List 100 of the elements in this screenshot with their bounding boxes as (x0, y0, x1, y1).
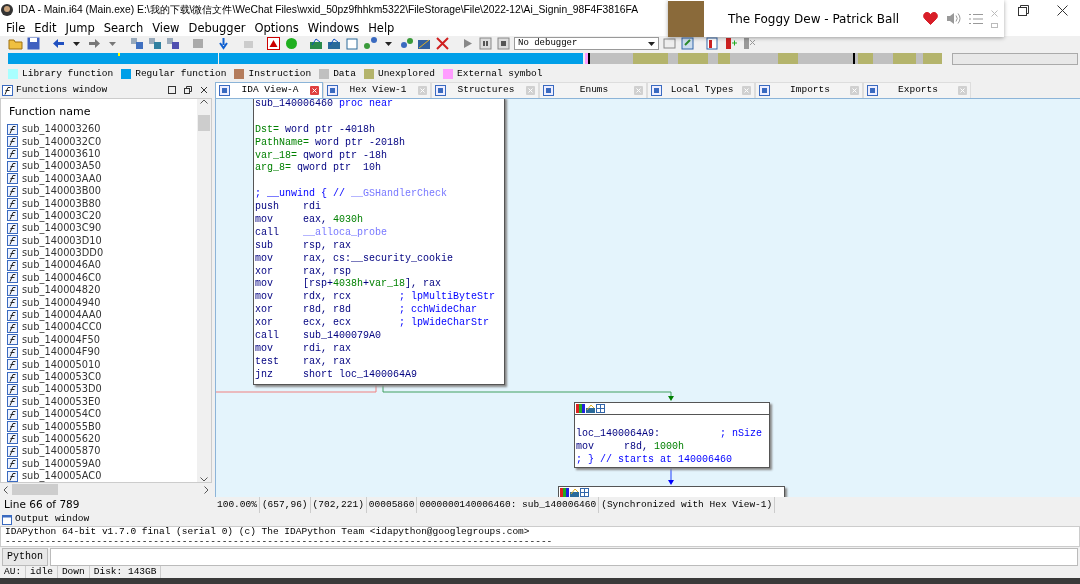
graph-node[interactable] (253, 99, 505, 385)
function-name[interactable]: sub_1400046C0 (22, 271, 102, 284)
menu-item[interactable]: File (6, 21, 26, 35)
debugger-dropdown[interactable]: No debugger (514, 37, 659, 50)
toolbar-icon[interactable] (680, 36, 695, 51)
tab[interactable]: IDA View-A (215, 82, 323, 98)
function-icon (7, 346, 18, 358)
color-palette-icon[interactable] (560, 488, 569, 497)
arrow-left-icon[interactable] (51, 36, 66, 51)
function-name[interactable]: sub_140004CC0 (22, 321, 102, 334)
circle-icon[interactable] (284, 36, 299, 51)
function-name[interactable]: sub_1400055B0 (22, 420, 102, 433)
legend-label: Library function (22, 66, 114, 81)
panel-title: Functions window (16, 82, 108, 97)
language-button[interactable]: Python (2, 547, 48, 566)
tab[interactable]: Enums (539, 82, 647, 98)
arrow-down-icon[interactable] (216, 36, 231, 51)
grid-icon[interactable] (596, 404, 605, 413)
function-name[interactable]: sub_140004940 (22, 296, 101, 309)
code-line: test rax, rax (254, 355, 352, 369)
menu-item[interactable]: Windows (307, 21, 360, 35)
function-name[interactable]: sub_140003B80 (22, 197, 102, 210)
function-name[interactable]: sub_140003A50 (22, 160, 101, 173)
toolbar-icon[interactable] (130, 36, 145, 51)
list-icon[interactable] (969, 12, 983, 25)
function-icon (7, 470, 18, 482)
function-name[interactable]: sub_1400053E0 (22, 395, 101, 408)
warning-icon[interactable] (266, 36, 281, 51)
function-name[interactable]: sub_140003B00 (22, 185, 102, 198)
function-name[interactable]: sub_140004F90 (22, 346, 100, 359)
legend-label: Regular function (135, 66, 227, 81)
pause-icon[interactable] (478, 36, 493, 51)
arrow-right-icon[interactable] (87, 36, 102, 51)
toolbar-icon[interactable] (148, 36, 163, 51)
tab[interactable]: Exports (863, 82, 971, 98)
function-name[interactable]: sub_140003260 (22, 123, 101, 136)
code-line: mov eax, 4030h (254, 214, 365, 227)
function-name[interactable]: sub_140004AA0 (22, 309, 102, 322)
function-name[interactable]: sub_1400059A0 (22, 457, 101, 470)
function-name[interactable]: sub_140004820 (22, 284, 101, 297)
function-name[interactable]: sub_140003DD0 (22, 247, 104, 260)
menu-item[interactable]: View (152, 21, 180, 35)
column-header[interactable]: Function name (7, 99, 197, 123)
code-line: push rdi (254, 201, 322, 214)
speaker-icon[interactable] (946, 12, 961, 25)
toolbar-icon[interactable] (166, 36, 181, 51)
toolbar-icon[interactable] (723, 36, 738, 51)
function-name[interactable]: sub_140005870 (22, 445, 101, 458)
restore-icon[interactable] (1018, 4, 1029, 16)
function-name[interactable]: sub_140003D10 (22, 234, 102, 247)
app-logo-icon (0, 3, 14, 17)
tab[interactable]: Structures (431, 82, 539, 98)
float-icon[interactable] (184, 86, 192, 94)
menu-item[interactable]: Options (254, 21, 299, 35)
function-name[interactable]: sub_1400046A0 (22, 259, 101, 272)
function-name[interactable]: sub_1400032C0 (22, 135, 102, 148)
function-icon (7, 359, 18, 371)
function-name[interactable]: sub_140003C20 (22, 209, 102, 222)
menu-item[interactable]: Jump (65, 21, 95, 35)
function-icon (7, 272, 18, 284)
save-icon[interactable] (26, 36, 41, 51)
function-name[interactable]: sub_140003610 (22, 147, 101, 160)
toolbar-icon[interactable] (741, 36, 756, 51)
function-name[interactable]: sub_1400054C0 (22, 408, 102, 421)
maximize-icon[interactable] (168, 86, 176, 94)
window-icon (219, 85, 230, 96)
legend-label: Unexplored (377, 66, 435, 81)
vertical-scrollbar[interactable] (197, 99, 211, 482)
function-name[interactable]: sub_140003AA0 (22, 172, 102, 185)
graph-node[interactable]: loc_1400064A9: ; nSize mov r8d, 1000h ; } // starts at 140006460 (574, 402, 770, 468)
command-input[interactable] (50, 547, 1078, 566)
function-name[interactable]: sub_1400053D0 (22, 383, 102, 396)
close-icon[interactable] (200, 86, 208, 94)
menu-item[interactable]: Edit (34, 21, 57, 35)
tab[interactable]: Imports (755, 82, 863, 98)
stop-icon[interactable] (496, 36, 511, 51)
function-name[interactable]: sub_140005010 (22, 358, 101, 371)
function-name[interactable]: sub_140005620 (22, 432, 101, 445)
toolbar-icon[interactable] (705, 36, 720, 51)
tab[interactable]: Hex View-1 (323, 82, 431, 98)
close-icon[interactable] (1057, 4, 1068, 16)
function-icon (7, 136, 18, 148)
color-palette-icon[interactable] (576, 404, 585, 413)
album-art-placeholder (668, 0, 704, 37)
function-name[interactable]: sub_140003C90 (22, 222, 102, 235)
menu-item[interactable]: Debugger (188, 21, 246, 35)
function-name[interactable]: sub_140005AC0 (22, 470, 102, 482)
code-line: mov rdx, rcx ; lpMultiByteStr (254, 291, 497, 304)
menu-item[interactable]: Help (368, 21, 395, 35)
tab[interactable]: Local Types (647, 82, 755, 98)
grid-icon[interactable] (580, 488, 589, 497)
code-line: xor rax, rsp (254, 265, 352, 278)
toolbar-icon[interactable] (662, 36, 677, 51)
function-name[interactable]: sub_140004F50 (22, 333, 100, 346)
function-icon (7, 297, 18, 309)
scrollbar-thumb[interactable] (198, 115, 210, 131)
menu-item[interactable]: Search (103, 21, 144, 35)
heart-icon[interactable] (923, 12, 938, 25)
function-icon (7, 222, 18, 234)
function-name[interactable]: sub_1400053C0 (22, 371, 102, 383)
